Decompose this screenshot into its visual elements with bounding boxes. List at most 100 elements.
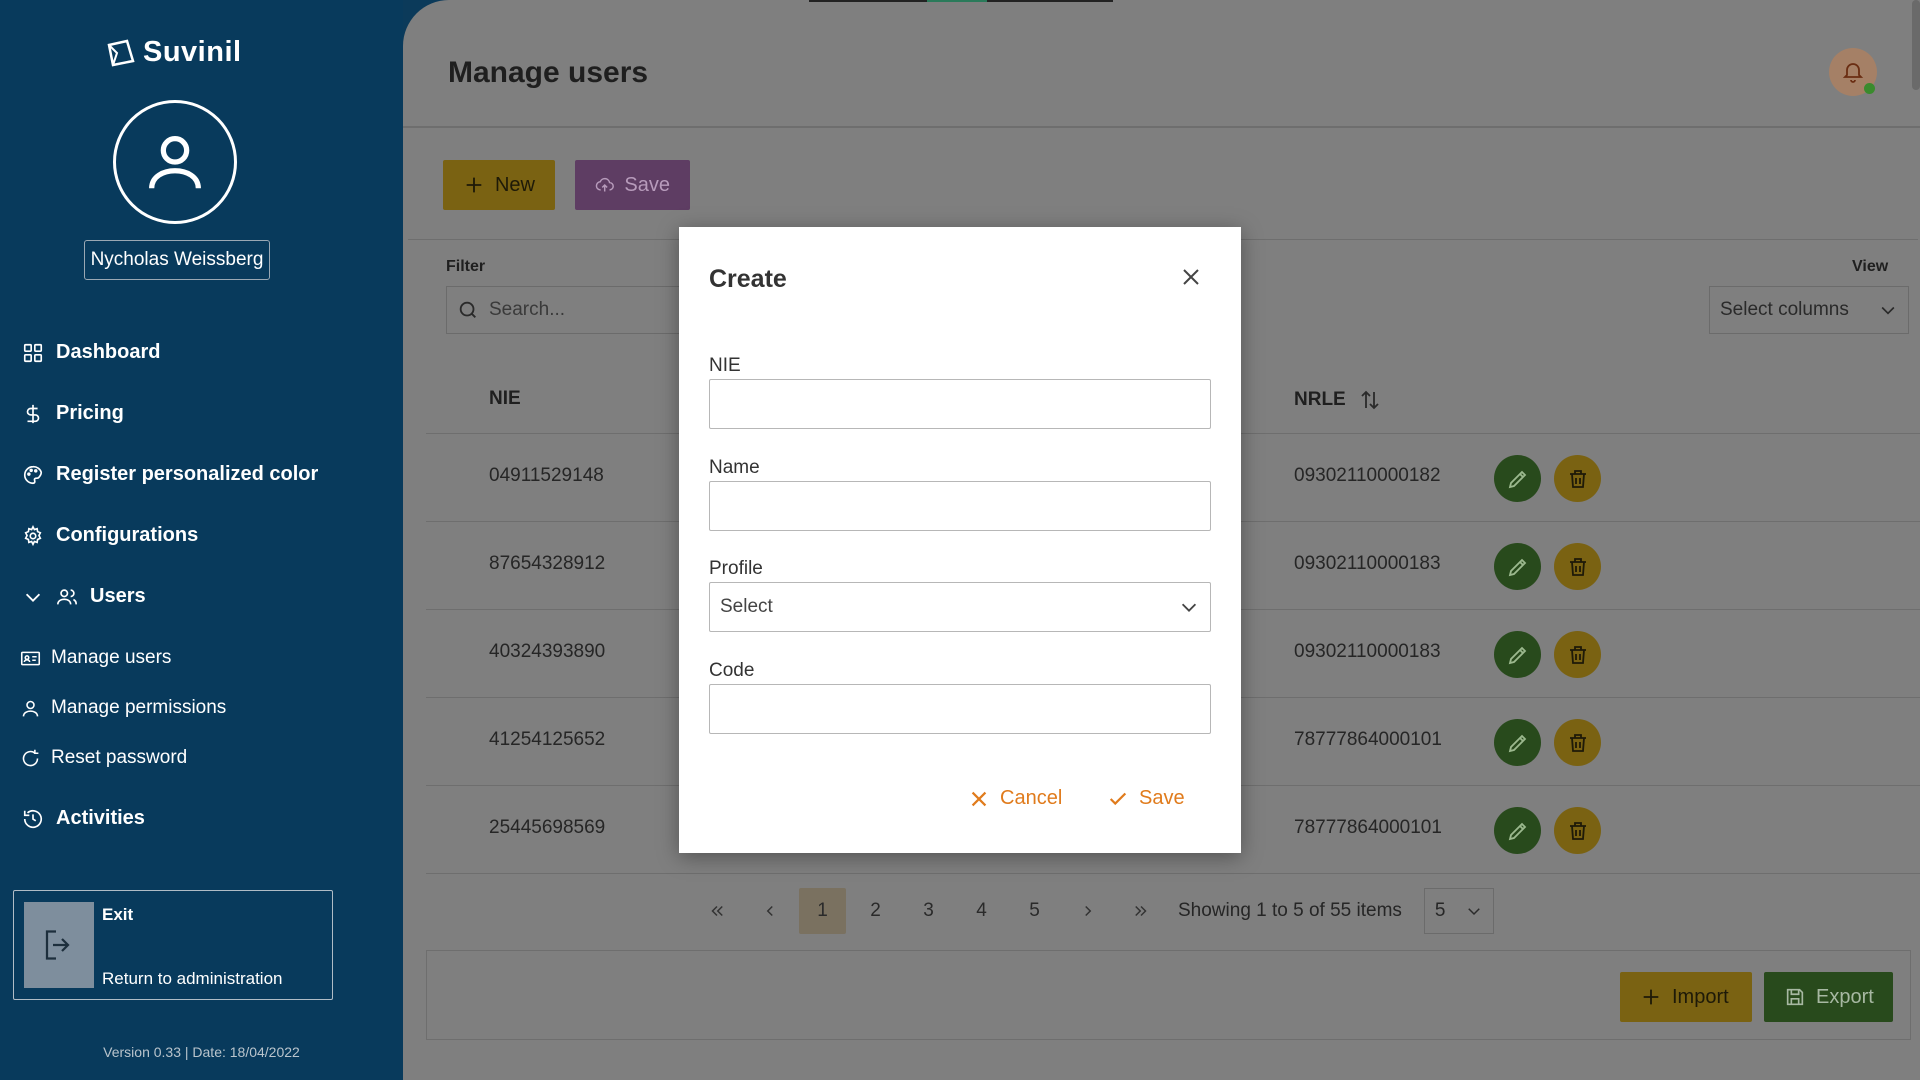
- brand-logo[interactable]: Suvinil: [105, 36, 242, 69]
- save-button[interactable]: Save: [575, 160, 690, 210]
- prev-page-button[interactable]: [746, 888, 793, 934]
- chevron-down-icon: [25, 593, 41, 602]
- page-size-select[interactable]: 5: [1423, 888, 1494, 934]
- sidebar-item-label: Reset password: [51, 747, 188, 768]
- export-button[interactable]: Export: [1764, 972, 1893, 1022]
- sidebar-item-dashboard[interactable]: Dashboard: [22, 341, 160, 364]
- page-button-3[interactable]: 3: [905, 888, 952, 934]
- edit-button[interactable]: [1494, 455, 1541, 502]
- sidebar-item-label: Pricing: [56, 402, 124, 424]
- new-button-label: New: [494, 173, 535, 196]
- last-page-button[interactable]: [1117, 888, 1164, 934]
- exit-button[interactable]: Exit Return to administration: [13, 890, 333, 1000]
- edit-button[interactable]: [1494, 543, 1541, 590]
- pagination: 1 2 3 4 5 Showing 1 to 5 of 55 items 5: [693, 888, 1494, 934]
- select-columns-dropdown[interactable]: Select columns: [1709, 286, 1909, 334]
- page-size-value: 5: [1434, 900, 1446, 921]
- sidebar-item-label: Activities: [56, 807, 145, 829]
- import-button-label: Import: [1672, 985, 1729, 1008]
- dialog-save-button[interactable]: Save: [1107, 787, 1185, 810]
- sidebar-item-label: Manage users: [51, 647, 172, 668]
- trash-icon: [1569, 645, 1586, 664]
- page-button-2[interactable]: 2: [852, 888, 899, 934]
- avatar[interactable]: [113, 100, 237, 224]
- delete-button[interactable]: [1554, 455, 1601, 502]
- first-page-button[interactable]: [693, 888, 740, 934]
- notification-button[interactable]: [1829, 48, 1877, 96]
- sidebar-item-label: Configurations: [56, 524, 199, 546]
- edit-button[interactable]: [1494, 631, 1541, 678]
- cancel-button[interactable]: Cancel: [968, 787, 1062, 810]
- sidebar-item-users[interactable]: Users: [22, 585, 146, 608]
- user-name: Nycholas Weissberg: [84, 240, 270, 280]
- sidebar-item-pricing[interactable]: Pricing: [22, 402, 124, 425]
- id-card-icon: [20, 651, 41, 665]
- header: Manage users: [403, 0, 1920, 128]
- nie-label: NIE: [709, 355, 741, 376]
- version-info: Version 0.33 | Date: 18/04/2022: [103, 1044, 300, 1060]
- dialog-title: Create: [709, 265, 787, 293]
- floppy-disk-icon: [1786, 988, 1804, 1006]
- sort-icon[interactable]: [1358, 388, 1382, 412]
- scrollbar[interactable]: [1912, 0, 1920, 90]
- sidebar-item-manage-users[interactable]: Manage users: [20, 647, 171, 669]
- cell-nie: 25445698569: [489, 817, 606, 838]
- view-label: View: [1852, 258, 1889, 275]
- name-field[interactable]: [709, 481, 1211, 531]
- brand-name: Suvinil: [143, 36, 242, 68]
- profile-select[interactable]: Select: [709, 582, 1211, 632]
- delete-button[interactable]: [1554, 631, 1601, 678]
- nie-field[interactable]: [709, 379, 1211, 429]
- page-button-4[interactable]: 4: [958, 888, 1005, 934]
- page-title: Manage users: [448, 56, 649, 89]
- chevron-down-icon: [1468, 908, 1480, 916]
- select-columns-label: Select columns: [1720, 299, 1849, 320]
- export-button-label: Export: [1816, 985, 1874, 1008]
- sidebar-item-register-color[interactable]: Register personalized color: [22, 463, 318, 486]
- sidebar-item-configurations[interactable]: Configurations: [22, 524, 198, 547]
- double-chevron-right-icon: [1134, 905, 1147, 917]
- history-icon: [23, 809, 43, 828]
- next-page-button[interactable]: [1064, 888, 1111, 934]
- delete-button[interactable]: [1554, 543, 1601, 590]
- column-header-nrle[interactable]: NRLE: [1294, 388, 1382, 412]
- column-header-nie[interactable]: NIE: [489, 388, 521, 410]
- cell-nie: 41254125652: [489, 729, 606, 750]
- palette-icon: [24, 465, 43, 484]
- close-icon: [1183, 269, 1199, 285]
- chevron-left-icon: [766, 905, 773, 917]
- pencil-icon: [1508, 822, 1526, 840]
- close-icon: [971, 791, 987, 806]
- cloud-upload-icon: [595, 177, 614, 192]
- import-button[interactable]: Import: [1620, 972, 1752, 1022]
- sidebar-item-activities[interactable]: Activities: [22, 807, 145, 830]
- close-button[interactable]: [1179, 265, 1203, 289]
- gear-icon: [24, 524, 42, 546]
- page-button-5[interactable]: 5: [1011, 888, 1058, 934]
- trash-icon: [1569, 469, 1586, 488]
- delete-button[interactable]: [1554, 807, 1601, 854]
- sidebar-item-label: Dashboard: [56, 341, 161, 363]
- logo-icon: [107, 39, 135, 66]
- edit-button[interactable]: [1494, 719, 1541, 766]
- dialog-save-button-label: Save: [1139, 787, 1185, 809]
- exit-subtitle: Return to administration: [102, 969, 283, 988]
- page-button-1[interactable]: 1: [799, 888, 846, 934]
- code-field[interactable]: [709, 684, 1211, 734]
- search-icon: [459, 301, 476, 318]
- column-label: NIE: [489, 388, 521, 409]
- cancel-button-label: Cancel: [1000, 787, 1063, 809]
- sidebar-item-manage-permissions[interactable]: Manage permissions: [20, 697, 226, 719]
- edit-button[interactable]: [1494, 807, 1541, 854]
- plus-icon: [1643, 989, 1659, 1005]
- trash-icon: [1569, 557, 1586, 576]
- toolbar: New Save: [408, 130, 1918, 240]
- new-button[interactable]: New: [443, 160, 555, 210]
- save-button-label: Save: [624, 173, 670, 196]
- users-icon: [57, 588, 77, 604]
- delete-button[interactable]: [1554, 719, 1601, 766]
- search-placeholder: Search...: [489, 299, 566, 320]
- user-icon: [22, 700, 39, 716]
- sidebar: Suvinil Nycholas Weissberg Dashboard Pri…: [0, 0, 403, 1080]
- sidebar-item-reset-password[interactable]: Reset password: [20, 747, 187, 769]
